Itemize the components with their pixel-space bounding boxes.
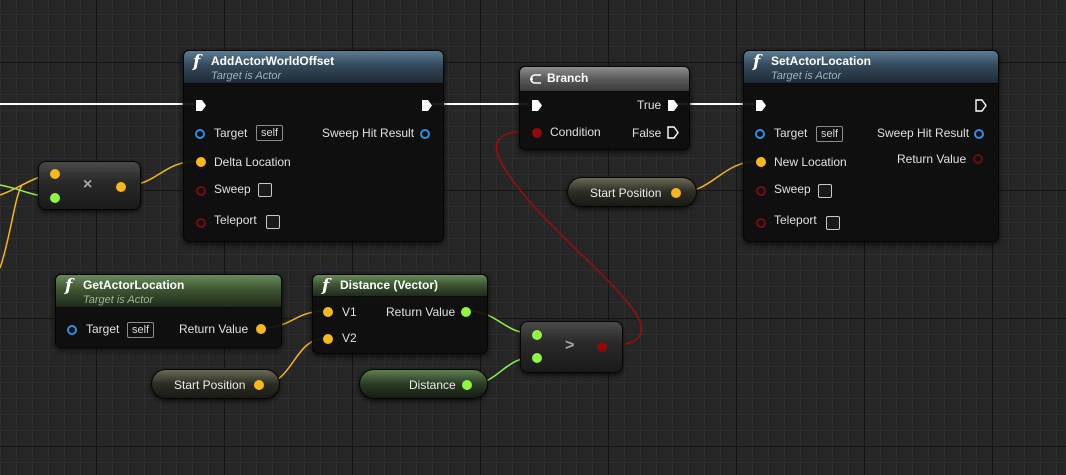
- teleport-pin[interactable]: [196, 218, 206, 228]
- node-title: Branch: [547, 71, 589, 85]
- sweep-checkbox[interactable]: [818, 184, 832, 198]
- sweep-label: Sweep: [214, 182, 251, 196]
- node-title: SetActorLocation: [771, 54, 872, 68]
- target-pin[interactable]: [67, 325, 77, 335]
- true-exec-pin[interactable]: [667, 99, 679, 112]
- node-subtitle: Target is Actor: [83, 294, 154, 306]
- exec-out-pin[interactable]: [975, 99, 987, 112]
- multiply-input-a-pin[interactable]: [50, 169, 60, 179]
- self-default[interactable]: self: [256, 125, 284, 141]
- new-location-pin[interactable]: [756, 157, 766, 167]
- node-title: GetActorLocation: [83, 278, 185, 292]
- v2-label: V2: [342, 331, 357, 345]
- self-default[interactable]: self: [127, 322, 155, 338]
- target-label: Target: [86, 322, 120, 336]
- start-position-variable[interactable]: Start Position: [151, 369, 280, 399]
- sweep-hit-result-label: Sweep Hit Result: [877, 126, 970, 140]
- greater-than-node[interactable]: >: [520, 321, 623, 373]
- sweep-hit-result-label: Sweep Hit Result: [322, 126, 415, 140]
- start-position-variable[interactable]: Start Position: [567, 177, 697, 207]
- function-icon: f: [65, 276, 73, 296]
- greater-input-a-pin[interactable]: [532, 330, 542, 340]
- get-actor-location-node[interactable]: f GetActorLocation Target is Actor Targe…: [55, 274, 282, 348]
- node-header: f SetActorLocation Target is Actor: [744, 51, 998, 84]
- sweep-label: Sweep: [774, 182, 811, 196]
- function-icon: f: [193, 52, 201, 72]
- sweep-hit-result-pin[interactable]: [974, 129, 984, 139]
- target-label: Target: [774, 126, 808, 140]
- target-pin[interactable]: [195, 129, 205, 139]
- teleport-label: Teleport: [774, 213, 817, 227]
- set-actor-location-node[interactable]: f SetActorLocation Target is Actor Targe…: [743, 50, 999, 242]
- node-title: Distance (Vector): [340, 278, 439, 292]
- greater-symbol: >: [565, 337, 575, 354]
- teleport-checkbox[interactable]: [826, 216, 840, 230]
- greater-output-pin[interactable]: [597, 342, 607, 352]
- teleport-checkbox[interactable]: [266, 215, 280, 229]
- multiply-symbol: ×: [83, 176, 93, 193]
- condition-pin[interactable]: [532, 128, 542, 138]
- wire-offscreen-low: [0, 184, 23, 269]
- variable-output-pin[interactable]: [671, 188, 681, 198]
- variable-label: Distance: [409, 378, 456, 392]
- return-value-pin[interactable]: [461, 307, 471, 317]
- wire-greater-to-condition: [495, 130, 643, 347]
- variable-label: Start Position: [590, 186, 662, 200]
- return-value-pin[interactable]: [973, 154, 983, 164]
- node-header: f AddActorWorldOffset Target is Actor: [184, 51, 443, 84]
- variable-output-pin[interactable]: [254, 380, 264, 390]
- function-icon: f: [322, 276, 330, 296]
- v2-pin[interactable]: [323, 334, 333, 344]
- self-default[interactable]: self: [816, 126, 844, 142]
- exec-in-pin[interactable]: [755, 99, 767, 112]
- add-actor-world-offset-node[interactable]: f AddActorWorldOffset Target is Actor Ta…: [183, 50, 444, 242]
- multiply-output-pin[interactable]: [116, 182, 126, 192]
- sweep-checkbox[interactable]: [258, 183, 272, 197]
- distance-vector-node[interactable]: f Distance (Vector) V1 Return Value V2: [312, 274, 488, 354]
- distance-variable[interactable]: Distance: [359, 369, 488, 399]
- delta-location-pin[interactable]: [196, 157, 206, 167]
- target-label: Target: [214, 126, 248, 140]
- false-exec-pin[interactable]: [667, 126, 679, 139]
- sweep-pin[interactable]: [196, 186, 206, 196]
- variable-label: Start Position: [174, 378, 246, 392]
- multiply-input-b-pin[interactable]: [50, 193, 60, 203]
- return-value-label: Return Value: [179, 322, 249, 336]
- variable-output-pin[interactable]: [462, 380, 472, 390]
- multiply-node[interactable]: ×: [38, 161, 141, 210]
- condition-label: Condition: [550, 125, 601, 139]
- node-header: Branch: [520, 67, 689, 92]
- return-value-label: Return Value: [897, 152, 967, 166]
- branch-node[interactable]: Branch True Condition False: [519, 66, 690, 150]
- function-icon: f: [753, 52, 761, 72]
- node-subtitle: Target is Actor: [211, 70, 282, 82]
- greater-input-b-pin[interactable]: [532, 353, 542, 363]
- false-label: False: [632, 126, 662, 140]
- node-header: f Distance (Vector): [313, 275, 487, 297]
- node-header: f GetActorLocation Target is Actor: [56, 275, 281, 308]
- node-subtitle: Target is Actor: [771, 70, 842, 82]
- target-pin[interactable]: [755, 129, 765, 139]
- return-value-label: Return Value: [386, 305, 456, 319]
- sweep-pin[interactable]: [756, 186, 766, 196]
- exec-in-pin[interactable]: [195, 99, 207, 112]
- true-label: True: [637, 98, 662, 112]
- return-value-pin[interactable]: [256, 324, 266, 334]
- sweep-hit-result-pin[interactable]: [420, 129, 430, 139]
- exec-in-pin[interactable]: [531, 99, 543, 112]
- delta-location-label: Delta Location: [214, 155, 291, 169]
- v1-label: V1: [342, 305, 357, 319]
- v1-pin[interactable]: [323, 307, 333, 317]
- new-location-label: New Location: [774, 155, 847, 169]
- exec-out-pin[interactable]: [421, 99, 433, 112]
- node-title: AddActorWorldOffset: [211, 54, 335, 68]
- branch-icon: [530, 74, 541, 84]
- teleport-pin[interactable]: [756, 218, 766, 228]
- teleport-label: Teleport: [214, 213, 257, 227]
